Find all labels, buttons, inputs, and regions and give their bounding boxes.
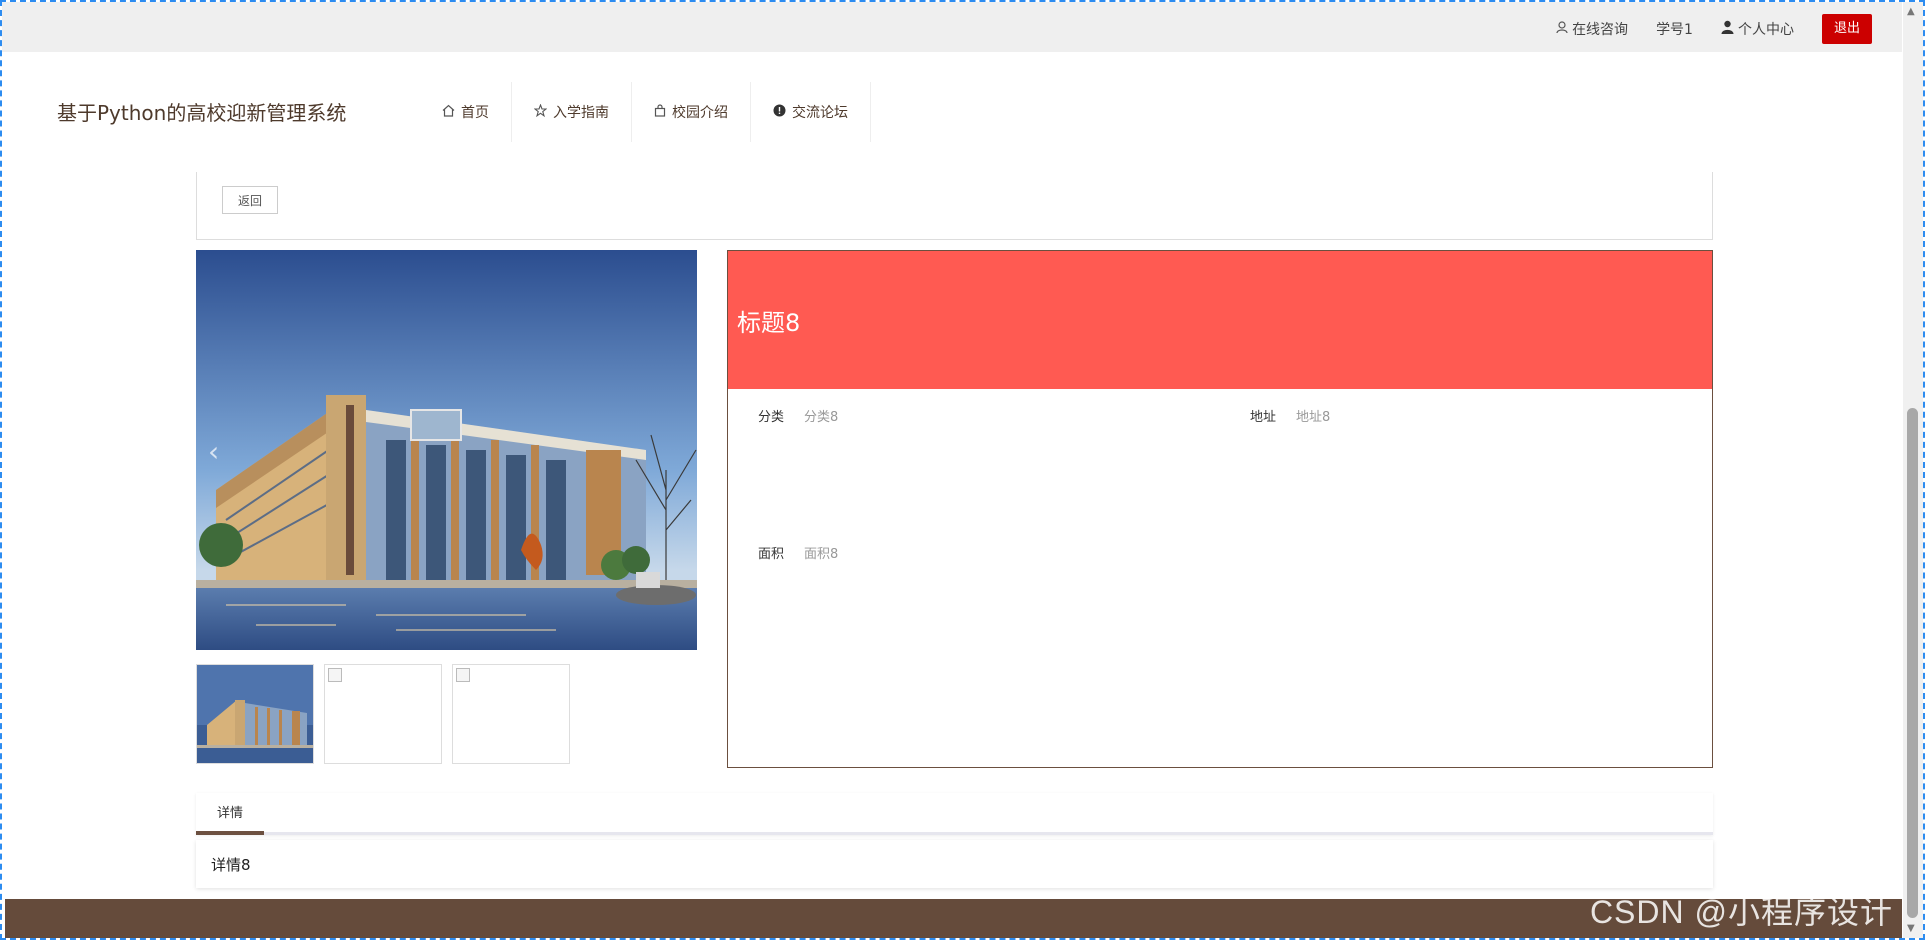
detail-title-banner: 标题8 [728, 251, 1712, 389]
field-label: 地址 [1250, 410, 1277, 425]
detail-content: 详情8 [196, 840, 1713, 888]
scrollbar-thumb[interactable] [1907, 408, 1918, 918]
nav-item-home[interactable]: 首页 [420, 82, 512, 142]
field-value: 分类8 [804, 410, 839, 425]
online-consult-label: 在线咨询 [1572, 22, 1629, 38]
field-address: 地址 地址8 [1250, 406, 1330, 425]
logout-button[interactable]: 退出 [1821, 14, 1872, 44]
active-tab-indicator [196, 831, 264, 835]
main-nav: 首页 入学指南 校园介绍 交流论坛 [420, 82, 871, 142]
browser-viewport: 在线咨询 学号1 个人中心 退出 基于Python的高校迎新管理系统 首页 入学… [0, 0, 1925, 940]
main-carousel-image[interactable]: ‹ [196, 250, 697, 650]
tab-details[interactable]: 详情 [196, 793, 264, 835]
carousel-prev-arrow-icon[interactable]: ‹ [208, 435, 219, 468]
top-links: 在线咨询 学号1 个人中心 退出 [1556, 14, 1872, 44]
field-value: 地址8 [1296, 410, 1331, 425]
tab-label: 详情 [216, 805, 243, 821]
tabs-divider [196, 832, 1713, 835]
nav-item-forum[interactable]: 交流论坛 [751, 82, 871, 142]
field-value: 面积8 [804, 547, 839, 562]
bag-icon [654, 103, 666, 121]
personal-center-link[interactable]: 个人中心 [1721, 19, 1794, 39]
broken-image-icon [328, 668, 342, 682]
scroll-down-arrow-icon[interactable]: ▼ [1907, 923, 1915, 934]
student-id-label: 学号1 [1656, 22, 1693, 38]
back-panel: 返回 [196, 172, 1713, 240]
detail-info-panel: 标题8 分类 分类8 地址 地址8 面积 面积8 [727, 250, 1713, 768]
personal-center-label: 个人中心 [1737, 22, 1794, 38]
detail-tabs: 详情 [196, 793, 1713, 835]
star-icon [533, 102, 548, 121]
thumbnail-campus-image [197, 665, 313, 763]
home-icon [442, 104, 455, 121]
detail-title: 标题8 [737, 308, 801, 337]
site-header: 基于Python的高校迎新管理系统 首页 入学指南 校园介绍 交流论坛 [2, 52, 1902, 172]
student-id-link[interactable]: 学号1 [1656, 19, 1693, 39]
csdn-watermark: CSDN @小程序设计 [1589, 894, 1893, 930]
nav-label: 校园介绍 [672, 105, 728, 121]
top-utility-bar: 在线咨询 学号1 个人中心 退出 [2, 2, 1902, 52]
nav-item-guide[interactable]: 入学指南 [512, 82, 632, 142]
field-area: 面积 面积8 [758, 543, 838, 562]
site-title[interactable]: 基于Python的高校迎新管理系统 [57, 97, 346, 126]
scroll-up-arrow-icon[interactable]: ▲ [1907, 6, 1915, 17]
info-icon [773, 104, 786, 121]
user-filled-icon [1721, 20, 1734, 38]
nav-label: 首页 [461, 105, 489, 121]
thumbnail-1[interactable] [196, 664, 314, 764]
page-scrollbar[interactable]: ▲ ▼ [1903, 2, 1923, 938]
nav-item-campus[interactable]: 校园介绍 [632, 82, 751, 142]
user-outline-icon [1556, 20, 1568, 38]
back-button[interactable]: 返回 [222, 186, 278, 214]
thumbnail-3[interactable] [452, 664, 570, 764]
field-label: 分类 [758, 410, 785, 425]
field-category: 分类 分类8 [758, 406, 838, 425]
broken-image-icon [456, 668, 470, 682]
campus-building-image [196, 250, 697, 650]
thumbnail-2[interactable] [324, 664, 442, 764]
nav-label: 交流论坛 [792, 105, 848, 121]
thumbnail-strip [196, 664, 570, 764]
nav-label: 入学指南 [553, 105, 609, 121]
field-label: 面积 [758, 547, 785, 562]
online-consult-link[interactable]: 在线咨询 [1556, 19, 1628, 39]
